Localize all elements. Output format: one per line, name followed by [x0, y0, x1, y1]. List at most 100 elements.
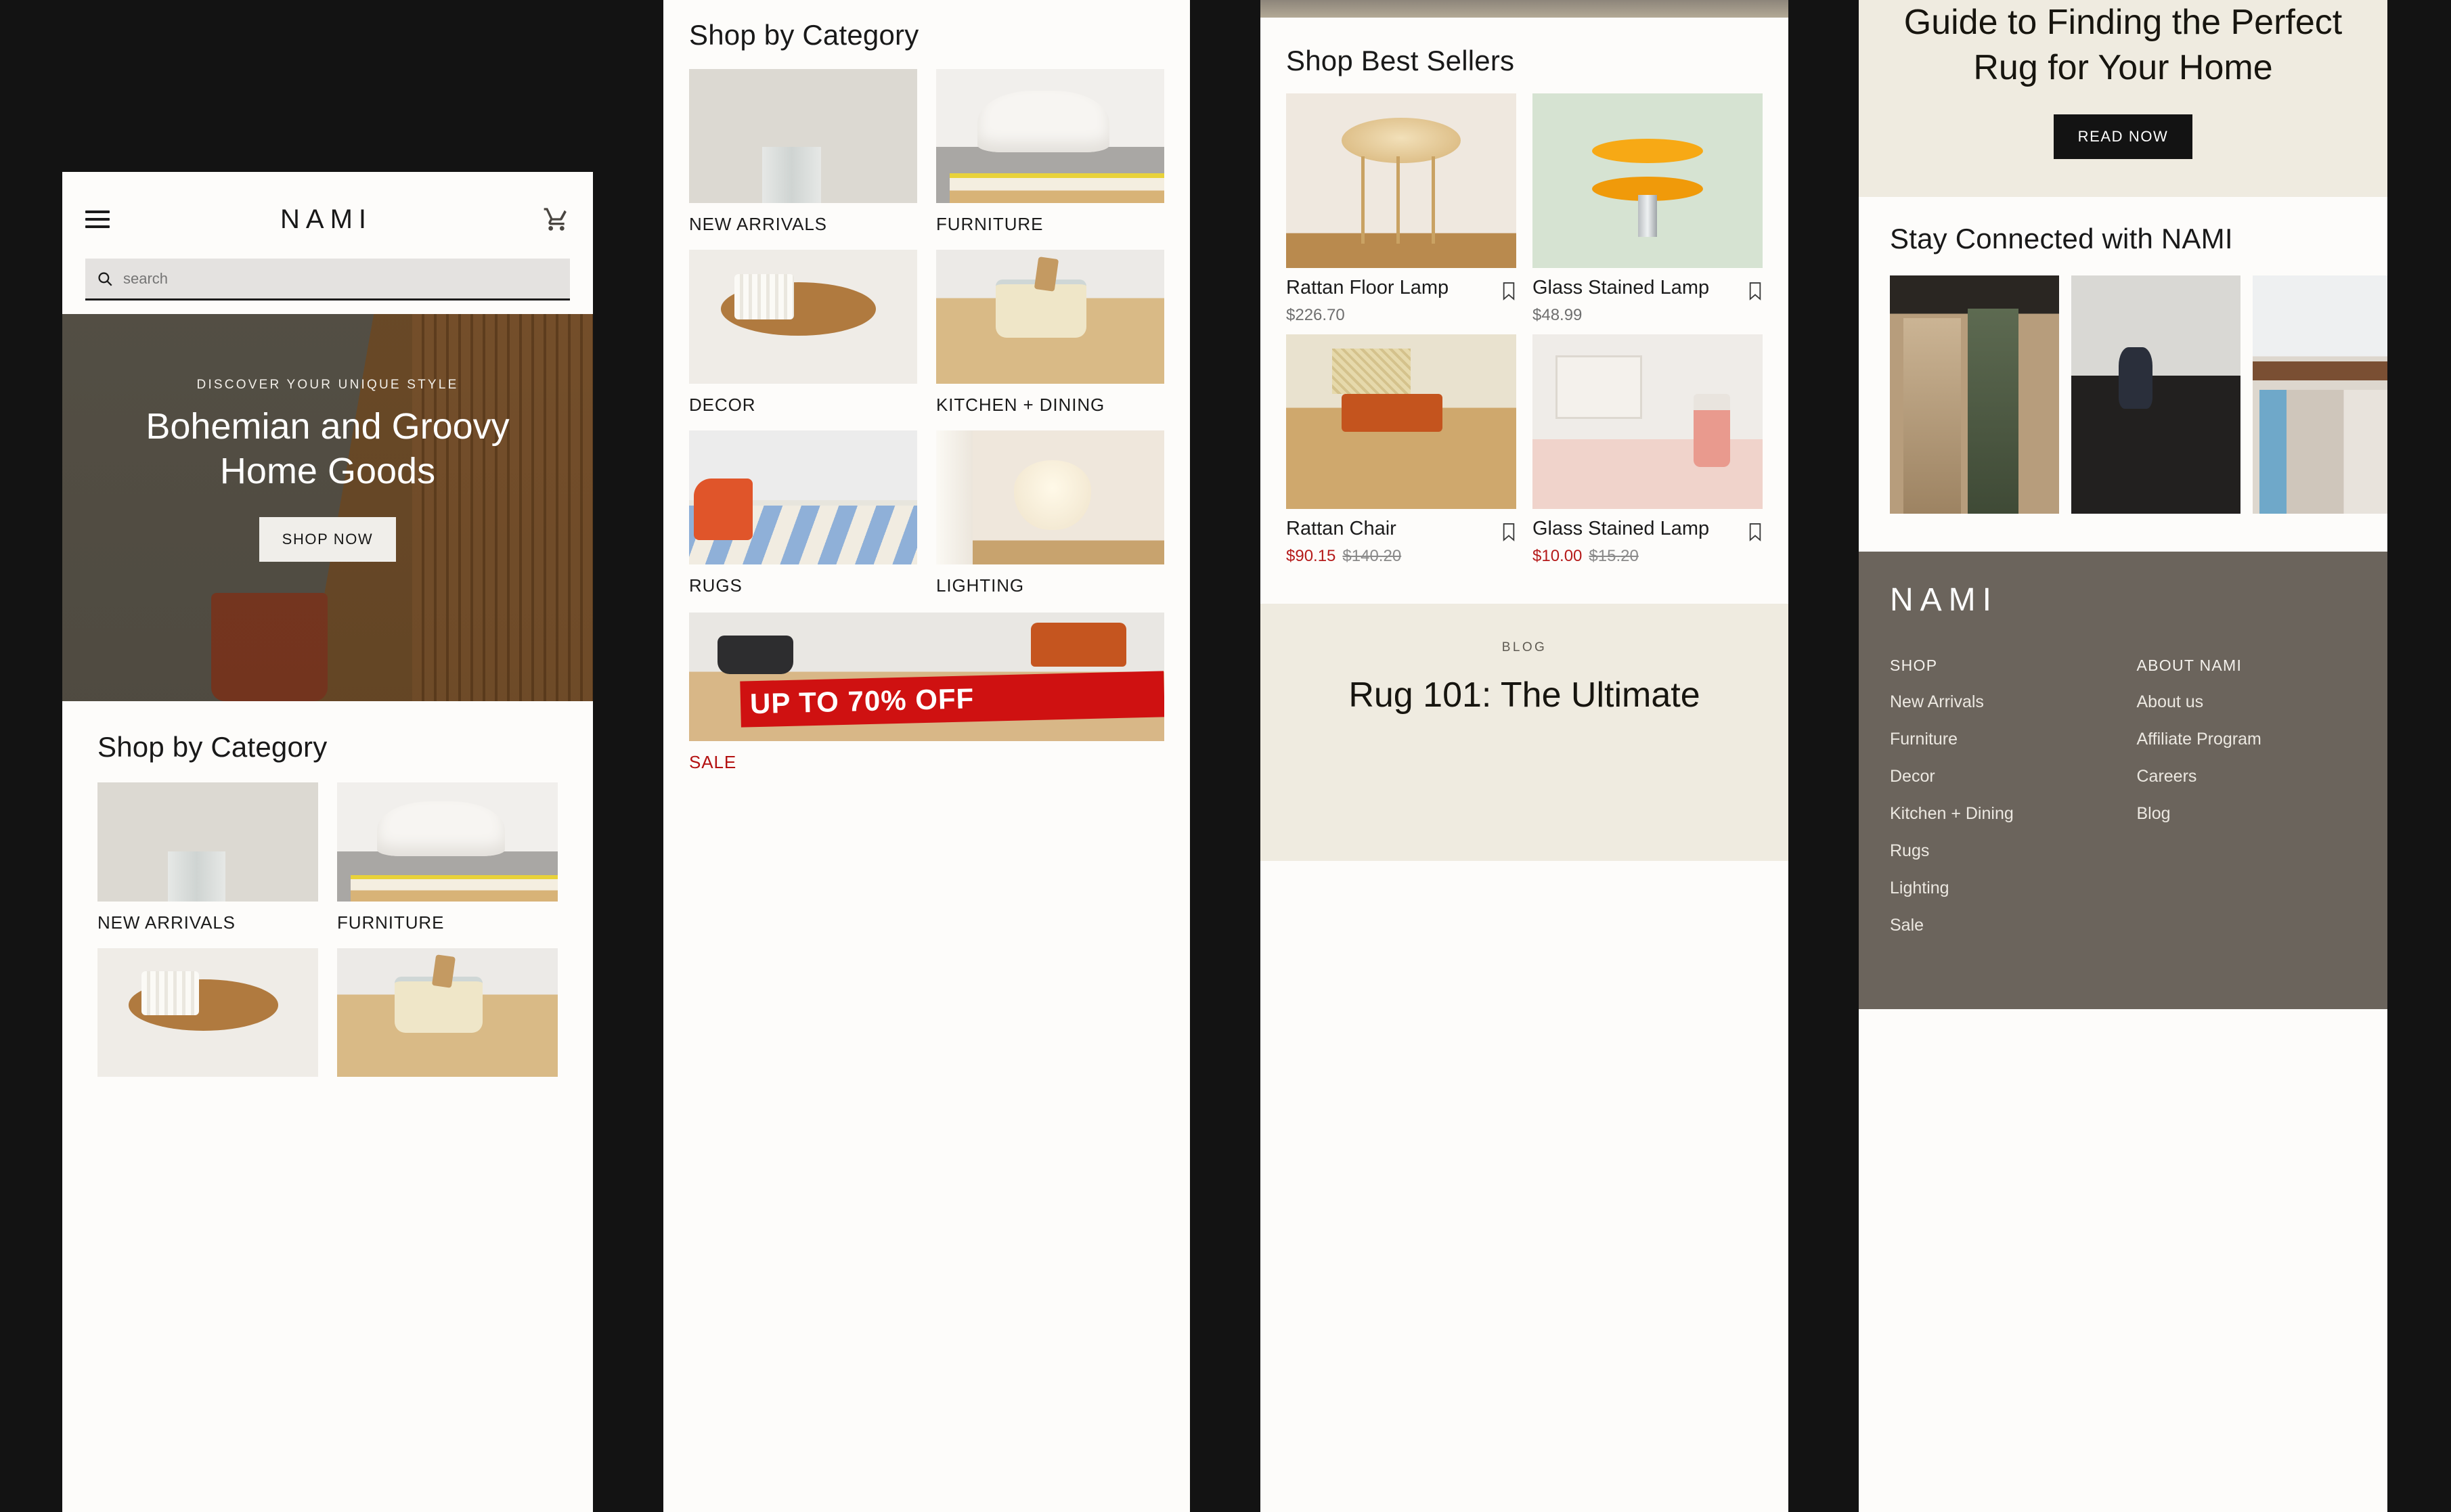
footer-link-decor[interactable]: Decor	[1890, 767, 2110, 786]
product-original-price: $15.20	[1589, 547, 1639, 565]
product-card[interactable]: Glass Stained Lamp $10.00 $15.20	[1532, 334, 1763, 566]
read-now-button[interactable]: READ NOW	[2053, 114, 2193, 160]
category-card-new-arrivals[interactable]: NEW ARRIVALS	[97, 782, 318, 933]
blog-headline: Rug 101: The Ultimate	[1348, 675, 1700, 715]
footer-link-affiliate-program[interactable]: Affiliate Program	[2137, 730, 2357, 749]
footer-link-careers[interactable]: Careers	[2137, 767, 2357, 786]
hamburger-icon[interactable]	[85, 210, 110, 228]
product-name: Glass Stained Lamp	[1532, 277, 1710, 298]
blog-headline-continued: Guide to Finding the Perfect Rug for You…	[1903, 3, 2343, 87]
product-grid: Rattan Floor Lamp $226.70 Glass Stained …	[1286, 93, 1763, 566]
category-card-furniture[interactable]: FURNITURE	[337, 782, 558, 933]
search-input[interactable]	[123, 269, 559, 288]
product-price: $48.99	[1532, 306, 1583, 324]
site-footer: NAMI SHOP New Arrivals Furniture Decor K…	[1859, 552, 2387, 1010]
site-header: NAMI	[62, 172, 593, 301]
product-price: $226.70	[1286, 306, 1345, 324]
footer-heading-about-nami: ABOUT NAMI	[2136, 657, 2243, 675]
product-sale-price: $90.15	[1286, 547, 1336, 565]
category-image-rugs	[689, 430, 917, 564]
category-label-rugs: RUGS	[689, 575, 743, 596]
product-name: Rattan Chair	[1286, 518, 1396, 539]
category-card-kitchen-dining[interactable]: KITCHEN + DINING	[936, 250, 1164, 416]
section-title-shop-by-category: Shop by Category	[97, 731, 328, 763]
category-image-lighting	[936, 430, 1164, 564]
category-card-furniture[interactable]: FURNITURE	[936, 69, 1164, 235]
category-label-decor: DECOR	[689, 395, 756, 415]
product-card[interactable]: Rattan Floor Lamp $226.70	[1286, 93, 1516, 325]
product-image	[1532, 93, 1763, 268]
mobile-screen-home-top: NAMI DISCOVER YOUR UNIQUE STYLE Bohemian…	[62, 172, 593, 1512]
product-sale-price: $10.00	[1532, 547, 1583, 565]
category-label-sale: SALE	[689, 752, 737, 772]
footer-column-shop: SHOP New Arrivals Furniture Decor Kitche…	[1890, 657, 2110, 935]
category-image-furniture	[936, 69, 1164, 203]
category-card-new-arrivals[interactable]: NEW ARRIVALS	[689, 69, 917, 235]
blog-kicker: BLOG	[1501, 640, 1547, 654]
hero-banner: DISCOVER YOUR UNIQUE STYLE Bohemian and …	[62, 314, 593, 701]
footer-link-furniture[interactable]: Furniture	[1890, 730, 2110, 749]
category-image-kitchen-dining	[936, 250, 1164, 384]
footer-link-lighting[interactable]: Lighting	[1890, 879, 2110, 898]
social-tile[interactable]	[1890, 275, 2059, 514]
hero-eyebrow: DISCOVER YOUR UNIQUE STYLE	[196, 378, 459, 392]
screenshot-stage: NAMI DISCOVER YOUR UNIQUE STYLE Bohemian…	[0, 0, 2451, 1512]
category-label-furniture: FURNITURE	[337, 912, 445, 933]
category-card-lighting[interactable]: LIGHTING	[936, 430, 1164, 596]
product-card[interactable]: Glass Stained Lamp $48.99	[1532, 93, 1763, 325]
category-grid-full: NEW ARRIVALS FURNITURE DECOR KITCHEN + D…	[689, 69, 1164, 596]
blog-promo-section-continued: Guide to Finding the Perfect Rug for You…	[1859, 0, 2387, 198]
shopping-cart-icon[interactable]	[543, 206, 570, 233]
category-label-furniture: FURNITURE	[936, 214, 1044, 234]
category-label-new-arrivals: NEW ARRIVALS	[689, 214, 827, 234]
category-card-kitchen-dining[interactable]	[337, 948, 558, 1077]
footer-heading-shop: SHOP	[1890, 657, 1938, 675]
social-tile[interactable]	[2071, 275, 2240, 514]
partial-hero-image-top	[1260, 0, 1788, 18]
hero-title-line-1: Bohemian and Groovy	[146, 406, 510, 447]
product-price-group: $90.15 $140.20	[1286, 547, 1516, 566]
footer-link-sale[interactable]: Sale	[1890, 916, 2110, 935]
best-sellers-section: Shop Best Sellers Rattan Floor Lamp $226…	[1260, 18, 1788, 566]
mobile-screen-categories: Shop by Category NEW ARRIVALS FURNITURE …	[663, 0, 1190, 1512]
product-image	[1286, 93, 1516, 268]
product-image	[1286, 334, 1516, 509]
category-card-rugs[interactable]: RUGS	[689, 430, 917, 596]
bookmark-icon[interactable]	[1501, 522, 1516, 541]
social-image-clothing-rack	[2253, 275, 2387, 514]
sale-promo-card[interactable]: UP TO 70% OFF SALE	[689, 613, 1164, 773]
category-image-decor	[689, 250, 917, 384]
bookmark-icon[interactable]	[1748, 282, 1763, 301]
bookmark-icon[interactable]	[1501, 282, 1516, 301]
shop-now-button[interactable]: SHOP NOW	[259, 516, 397, 562]
hero-title: Bohemian and Groovy Home Goods	[146, 405, 509, 494]
brand-logo[interactable]: NAMI	[110, 204, 543, 235]
product-card[interactable]: Rattan Chair $90.15 $140.20	[1286, 334, 1516, 566]
hero-title-line-2: Home Goods	[219, 450, 436, 491]
product-price-group: $10.00 $15.20	[1532, 547, 1763, 566]
footer-link-kitchen-dining[interactable]: Kitchen + Dining	[1890, 804, 2110, 824]
category-card-decor[interactable]: DECOR	[689, 250, 917, 416]
footer-link-rugs[interactable]: Rugs	[1890, 841, 2110, 861]
footer-columns: SHOP New Arrivals Furniture Decor Kitche…	[1890, 657, 2356, 935]
mobile-screen-blog-footer: Guide to Finding the Perfect Rug for You…	[1859, 0, 2387, 1512]
social-image-sofa	[2071, 275, 2240, 514]
product-original-price: $140.20	[1342, 547, 1402, 565]
category-section-panel2: Shop by Category NEW ARRIVALS FURNITURE …	[663, 0, 1190, 773]
category-image-kitchen-dining	[337, 948, 558, 1077]
footer-link-about-us[interactable]: About us	[2137, 692, 2357, 712]
social-tile[interactable]	[2253, 275, 2387, 514]
search-bar[interactable]	[85, 259, 570, 301]
category-card-decor[interactable]	[97, 948, 318, 1077]
section-title-stay-connected: Stay Connected with NAMI	[1890, 223, 2233, 255]
section-title-shop-best-sellers: Shop Best Sellers	[1286, 45, 1515, 76]
footer-link-blog[interactable]: Blog	[2137, 804, 2357, 824]
social-image-coats	[1890, 275, 2059, 514]
search-icon	[98, 271, 112, 286]
product-name: Glass Stained Lamp	[1532, 518, 1710, 539]
category-label-new-arrivals: NEW ARRIVALS	[97, 912, 236, 933]
footer-brand-logo: NAMI	[1890, 582, 1998, 619]
bookmark-icon[interactable]	[1748, 522, 1763, 541]
footer-link-new-arrivals[interactable]: New Arrivals	[1890, 692, 2110, 712]
category-label-lighting: LIGHTING	[936, 575, 1024, 596]
